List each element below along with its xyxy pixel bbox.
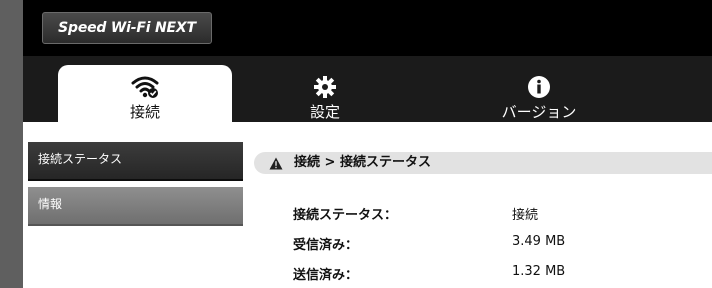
gear-icon [313,75,337,103]
tab-version[interactable]: バージョン [444,65,634,122]
left-rail [0,0,23,288]
status-value: 3.49 MB [512,234,566,249]
tab-settings-label: 設定 [309,103,340,121]
tab-settings[interactable]: 設定 [238,65,412,122]
status-label: 受信済み： [293,238,359,253]
sidebar-item-label: 接続ステータス [38,152,123,166]
content-area: 接続ステータス 情報 接続 > 接続ステータス 接続ステータス： 接続 受信済み… [23,122,712,288]
status-value: 接続 [512,208,539,223]
info-icon [527,75,551,103]
status-label: 送信済み： [293,268,359,283]
tab-connect[interactable]: 接続 [58,65,232,122]
wifi-check-icon [130,75,160,103]
status-label: 接続ステータス： [293,208,398,223]
sidebar-item-info[interactable]: 情報 [28,187,243,226]
sidebar-item-connection-status[interactable]: 接続ステータス [28,142,243,181]
side-menu: 接続ステータス 情報 [28,142,243,232]
breadcrumb-text: 接続 > 接続ステータス [294,155,431,170]
breadcrumb: 接続 > 接続ステータス [254,152,712,174]
tab-version-label: バージョン [501,103,577,121]
tab-connect-label: 接続 [129,103,160,121]
sidebar-item-label: 情報 [38,197,63,211]
warning-icon [269,156,283,178]
status-value: 1.32 MB [512,264,566,279]
main-nav: 接続 設定 バージョン [23,56,712,122]
brand-logo: Speed Wi-Fi NEXT [42,12,212,44]
top-bar: Speed Wi-Fi NEXT [23,0,712,56]
